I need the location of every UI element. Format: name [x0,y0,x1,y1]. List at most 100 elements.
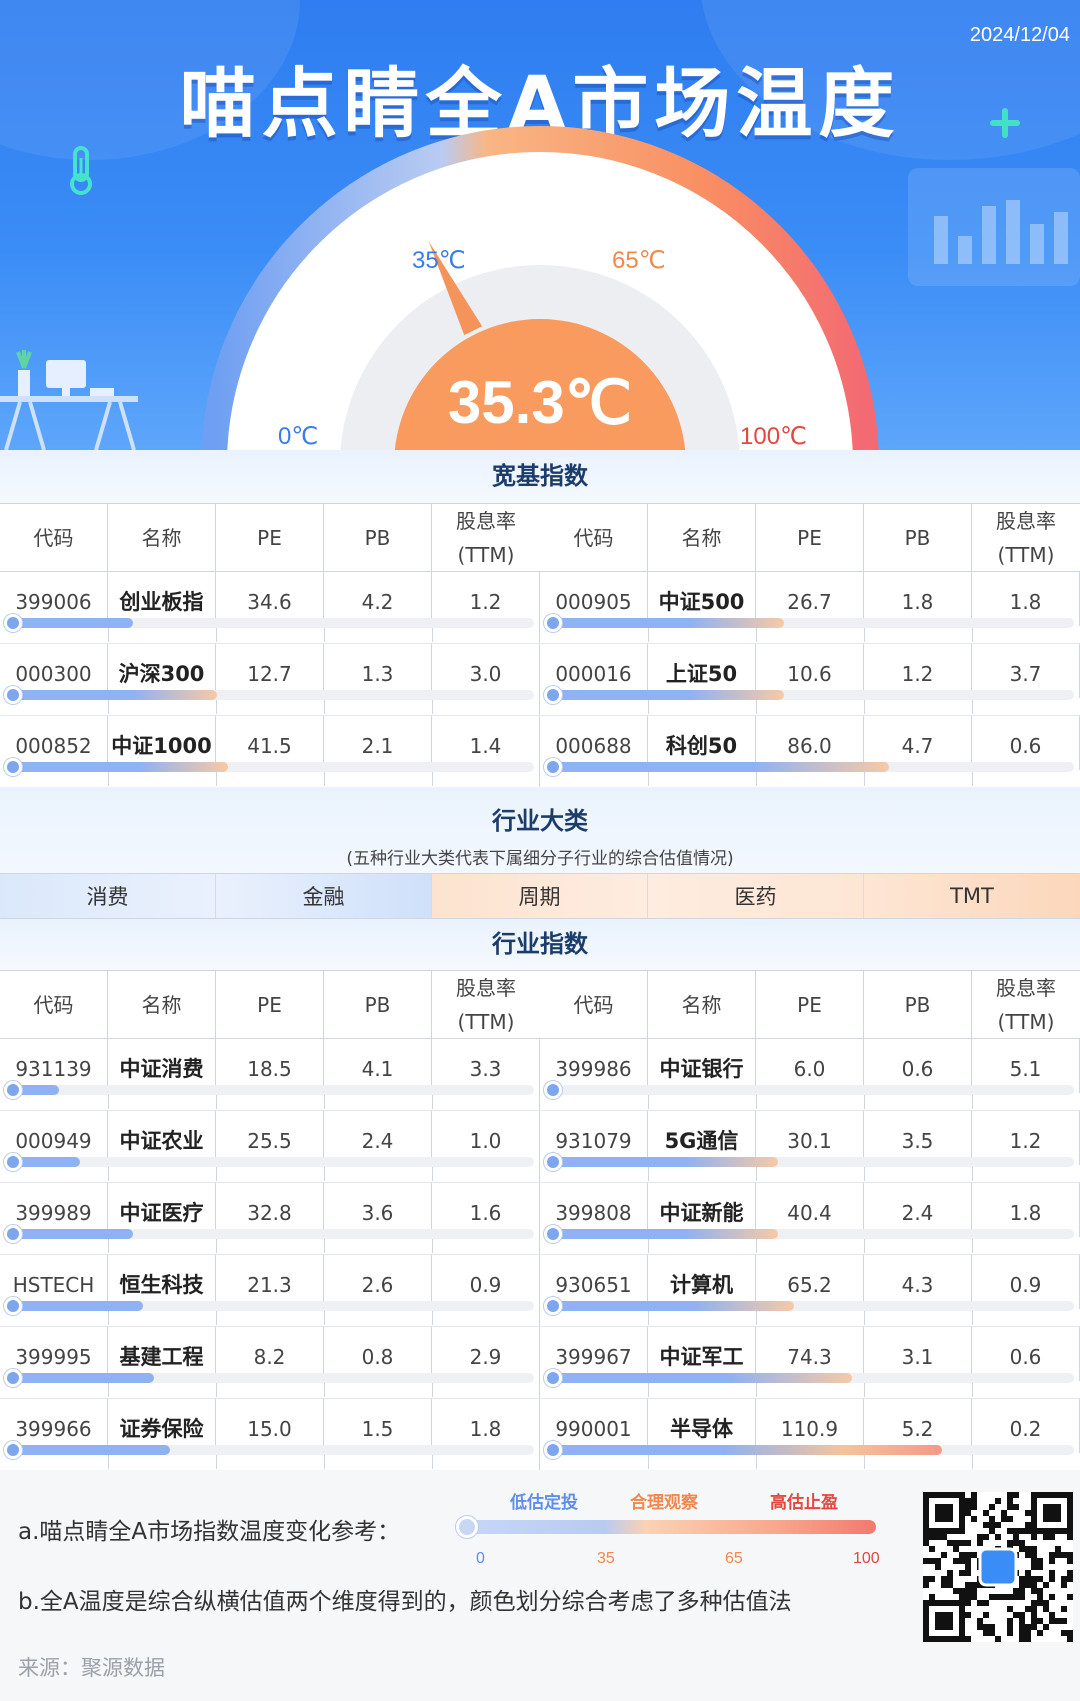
temperature-bar [4,614,534,632]
table-row: 000852 中证1000 41.5 2.1 1.4 [0,716,540,788]
temperature-bar-dot [544,1369,562,1387]
column-tick [216,1239,217,1253]
header-pb: PB [864,971,972,1038]
temperature-bar [544,614,1074,632]
temperature-bar [544,1081,1074,1099]
category-cycle: 周期 [432,874,648,918]
header-pe: PE [756,504,864,571]
temperature-bar-dot [544,758,562,776]
temperature-bar-fill [546,1229,779,1239]
column-tick [108,1311,109,1325]
temperature-bar [4,1153,534,1171]
category-finance: 金融 [216,874,432,918]
column-tick [108,700,109,714]
temperature-bar-fill [6,618,133,628]
data-source: 来源：聚源数据 [18,1656,165,1680]
column-tick [648,628,649,642]
category-subtitle: (五种行业大类代表下属细分子行业的综合估值情况) [346,849,734,869]
temperature-bar [4,1225,534,1243]
column-tick [756,1311,757,1325]
column-tick [432,772,433,786]
column-tick [216,1167,217,1181]
column-tick [432,628,433,642]
column-tick [648,1311,649,1325]
column-tick [324,1455,325,1469]
column-tick [648,700,649,714]
column-tick [756,772,757,786]
column-tick [432,1455,433,1469]
column-tick [216,1383,217,1397]
table-header: 代码 名称 PE PB 股息率 (TTM) [0,504,540,572]
column-tick [216,1311,217,1325]
temperature-bar [4,1297,534,1315]
header-code: 代码 [0,504,108,571]
scale-num-0: 0 [476,1550,485,1567]
header-code: 代码 [0,971,108,1038]
temperature-bar [544,758,1074,776]
column-tick [864,1167,865,1181]
temperature-bar-fill [546,690,784,700]
table-row: 000949 中证农业 25.5 2.4 1.0 [0,1111,540,1183]
column-tick [756,628,757,642]
column-tick [108,628,109,642]
header-ttm-label: (TTM) [997,542,1055,567]
column-tick [972,1311,973,1325]
scale-num-35: 35 [597,1550,615,1567]
column-tick [216,628,217,642]
temperature-bar-fill [546,618,784,628]
column-tick [108,772,109,786]
header-dividend-yield: 股息率 (TTM) [432,504,540,571]
temperature-bar [4,1441,534,1459]
column-tick [216,1095,217,1109]
gauge-label-100: 100℃ [740,423,807,450]
temperature-bar [544,686,1074,704]
column-tick [324,1167,325,1181]
column-tick [864,1311,865,1325]
column-tick [432,1095,433,1109]
table-row: 399995 基建工程 8.2 0.8 2.9 [0,1327,540,1399]
header-dividend-yield: 股息率 (TTM) [972,971,1080,1038]
header-dividend-label: 股息率 [996,975,1056,1000]
header-ttm-label: (TTM) [457,542,515,567]
temperature-bar-dot [4,1225,22,1243]
header-code: 代码 [540,971,648,1038]
temperature-bar [544,1153,1074,1171]
table-row: 931079 5G通信 30.1 3.5 1.2 [540,1111,1080,1183]
column-tick [972,1239,973,1253]
temperature-bar-dot [4,1081,22,1099]
header-pb: PB [324,971,432,1038]
column-tick [972,628,973,642]
temperature-bar [544,1225,1074,1243]
temperature-bar-fill [546,1373,853,1383]
table-row: HSTECH 恒生科技 21.3 2.6 0.9 [0,1255,540,1327]
temperature-bar-dot [544,686,562,704]
column-tick [756,1383,757,1397]
table-row: 931139 中证消费 18.5 4.1 3.3 [0,1039,540,1111]
column-tick [972,700,973,714]
temperature-bar-dot [4,686,22,704]
note-b: b.全A温度是综合纵横估值两个维度得到的，颜色划分综合考虑了多种估值法 [18,1589,792,1615]
scale-label-low: 低估定投 [510,1493,578,1513]
temperature-bar-fill [546,1445,942,1455]
column-tick [972,772,973,786]
temperature-bar [544,1441,1074,1459]
temperature-bar [544,1369,1074,1387]
section-title-industry: 行业指数 [0,919,1080,970]
scale-dot [456,1516,478,1538]
temperature-bar-fill [6,1229,133,1239]
temperature-bar [4,1081,534,1099]
header-name: 名称 [108,504,216,571]
column-tick [324,700,325,714]
header-ttm-label: (TTM) [457,1009,515,1034]
header-dividend-label: 股息率 [996,508,1056,533]
gauge-label-0: 0℃ [278,423,319,450]
column-tick [756,1095,757,1109]
column-tick [864,1095,865,1109]
gauge-label-35: 35℃ [412,247,466,274]
column-tick [864,1239,865,1253]
table-row: 399006 创业板指 34.6 4.2 1.2 [0,572,540,644]
column-tick [432,1167,433,1181]
column-tick [648,1095,649,1109]
column-tick [108,1095,109,1109]
market-temperature: 35.3℃ [447,369,633,436]
